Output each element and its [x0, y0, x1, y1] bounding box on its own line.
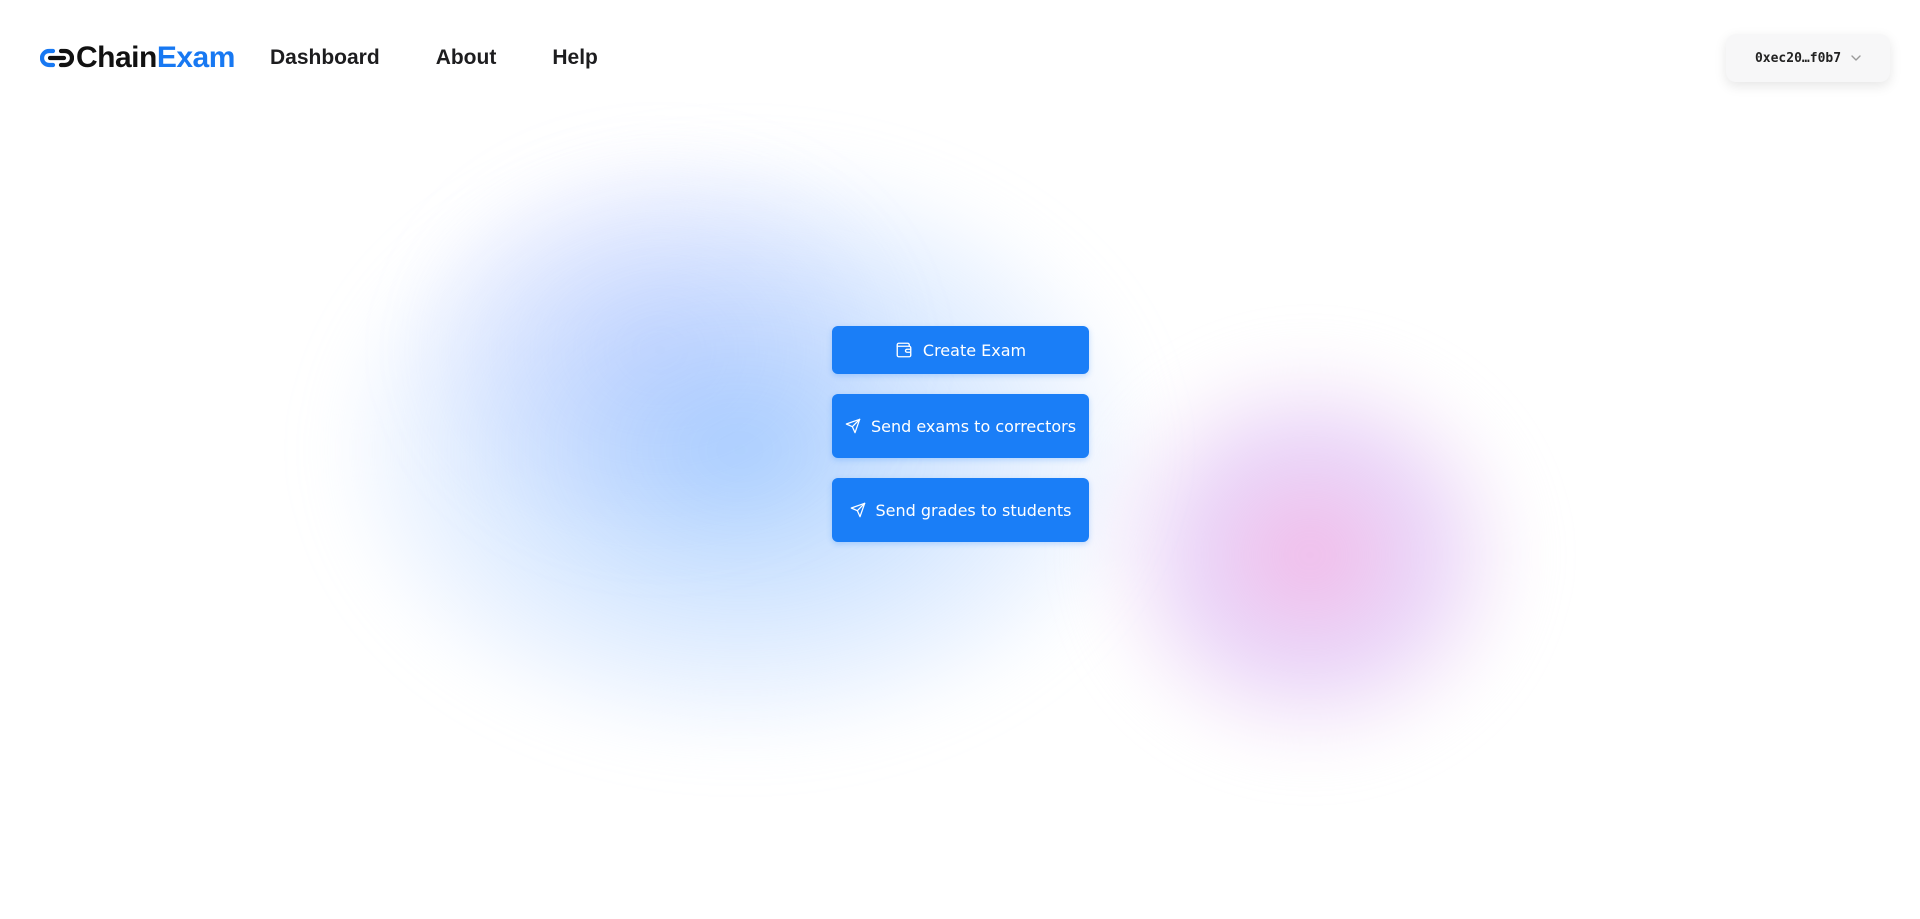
nav-about[interactable]: About — [436, 46, 497, 70]
send-exams-label: Send exams to correctors — [870, 416, 1077, 436]
send-icon — [850, 502, 866, 518]
top-nav-bar: Chain Exam Dashboard About Help 0xec20…f0… — [0, 0, 1920, 115]
create-exam-button[interactable]: Create Exam — [832, 326, 1089, 374]
send-grades-to-students-button[interactable]: Send grades to students — [832, 478, 1089, 542]
wallet-address: 0xec20…f0b7 — [1754, 50, 1842, 66]
brand-logo[interactable]: Chain Exam — [40, 38, 235, 78]
main-nav: Dashboard About Help — [270, 46, 654, 70]
brand-name-part1: Chain — [76, 40, 157, 74]
send-exams-to-correctors-button[interactable]: Send exams to correctors — [832, 394, 1089, 458]
wallet-icon — [895, 341, 913, 359]
chevron-down-icon — [1851, 55, 1861, 61]
background-blob-pink — [1080, 340, 1540, 770]
brand-name-part2: Exam — [156, 40, 236, 74]
nav-dashboard[interactable]: Dashboard — [270, 46, 380, 70]
send-grades-label: Send grades to students — [875, 500, 1072, 520]
action-panel: Create Exam Send exams to correctors Sen… — [832, 326, 1089, 542]
create-exam-label: Create Exam — [922, 340, 1027, 360]
page: Chain Exam Dashboard About Help 0xec20…f0… — [0, 0, 1920, 919]
send-icon — [845, 418, 861, 434]
account-button[interactable]: 0xec20…f0b7 — [1726, 34, 1890, 82]
chain-link-icon — [40, 47, 74, 69]
nav-help[interactable]: Help — [552, 46, 598, 70]
